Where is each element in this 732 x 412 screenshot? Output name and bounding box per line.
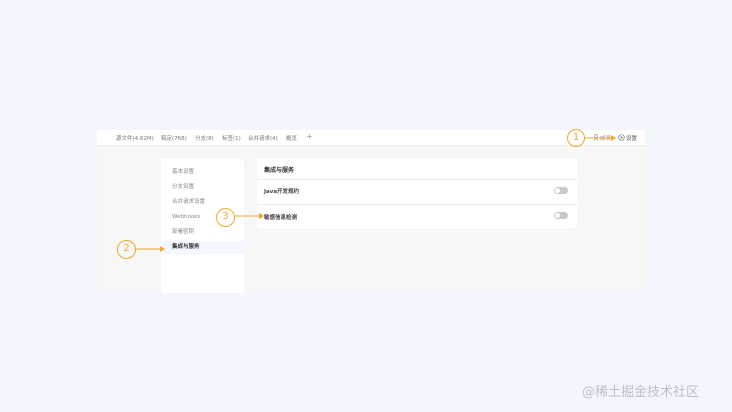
settings-sidebar: 基本设置 分支设置 合并请求设置 Webhooks 部署密钥 集成与服务 bbox=[161, 159, 244, 293]
settings-label[interactable]: 设置 bbox=[626, 134, 637, 142]
tab-branches[interactable]: 分支(8) bbox=[195, 134, 214, 142]
sidebar-item-deploy-keys[interactable]: 部署密钥 bbox=[161, 226, 244, 239]
tab-source-files[interactable]: 源文件(4.62M) bbox=[116, 134, 154, 142]
watermark: @稀土掘金技术社区 bbox=[582, 385, 700, 400]
sensitive-info-detection-label: 敏感信息检测 bbox=[264, 215, 298, 221]
annotation-arrow-3 bbox=[235, 213, 264, 219]
divider bbox=[257, 204, 577, 205]
page-title: 集成与服务 bbox=[264, 167, 295, 174]
app-window: 源文件(4.62M) 稿定(768) 分支(8) 标签(1) 合并请求(4) 概… bbox=[97, 130, 645, 293]
integrations-panel: 集成与服务 Java开发规约 敏感信息检测 bbox=[257, 159, 577, 228]
divider bbox=[257, 179, 577, 180]
sidebar-item-merge-request-settings[interactable]: 合并请求设置 bbox=[161, 196, 244, 209]
tab-overview[interactable]: 概览 bbox=[286, 134, 297, 142]
tab-commits[interactable]: 稿定(768) bbox=[161, 134, 187, 142]
sensitive-info-detection-toggle[interactable] bbox=[554, 212, 568, 219]
annotation-badge-2: 2 bbox=[117, 240, 136, 259]
java-guidelines-label: Java开发规约 bbox=[264, 189, 300, 195]
annotation-badge-3: 3 bbox=[216, 208, 235, 227]
tab-tags[interactable]: 标签(1) bbox=[222, 134, 241, 142]
annotation-arrow-2 bbox=[136, 246, 165, 252]
annotation-badge-1: 1 bbox=[567, 129, 585, 147]
java-guidelines-toggle[interactable] bbox=[554, 187, 568, 194]
annotation-arrow-1 bbox=[585, 135, 616, 141]
sidebar-item-integrations[interactable]: 集成与服务 bbox=[161, 241, 244, 254]
tab-merge-requests[interactable]: 合并请求(4) bbox=[248, 134, 278, 142]
sidebar-item-branch-settings[interactable]: 分支设置 bbox=[161, 181, 244, 194]
repo-tab-bar: 源文件(4.62M) 稿定(768) 分支(8) 标签(1) 合并请求(4) 概… bbox=[97, 130, 645, 146]
gear-icon[interactable] bbox=[618, 134, 625, 141]
add-tab-button[interactable]: + bbox=[306, 132, 313, 141]
sidebar-item-basic-settings[interactable]: 基本设置 bbox=[161, 166, 244, 179]
